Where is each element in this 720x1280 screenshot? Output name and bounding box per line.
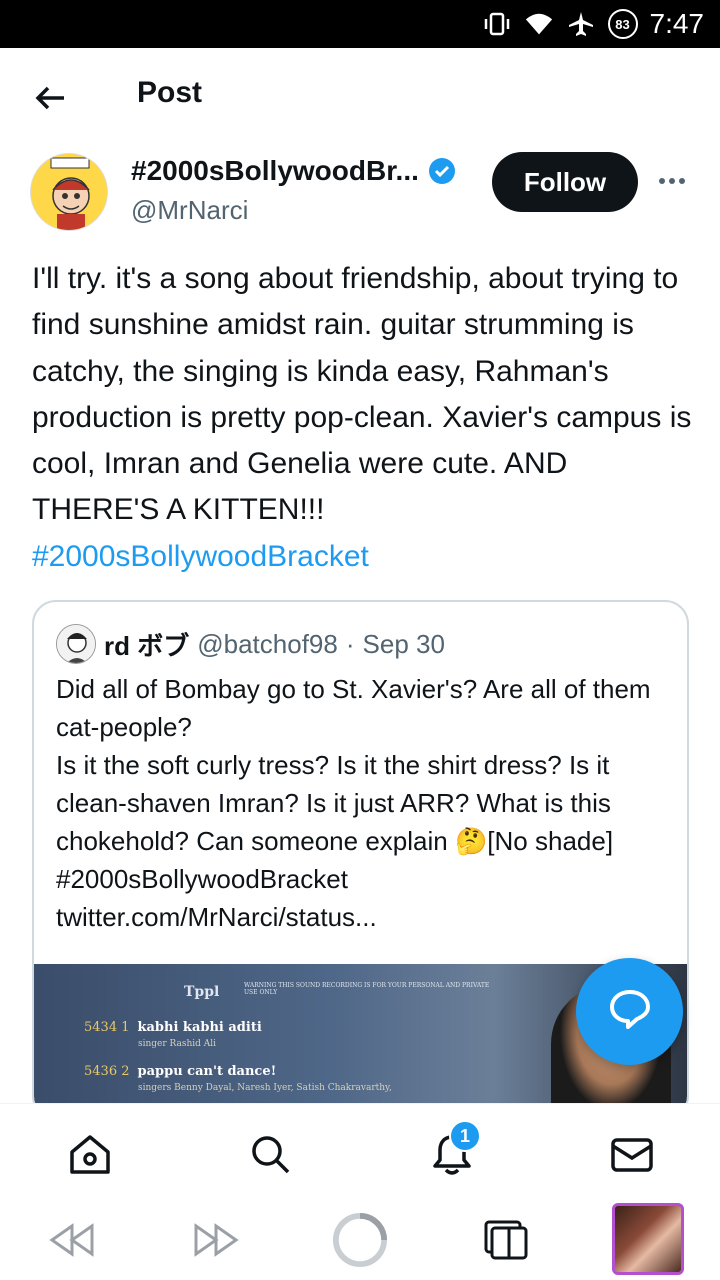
bottom-navigation xyxy=(0,1103,720,1200)
quoted-post-text: Did all of Bombay go to St. Xavier's? Ar… xyxy=(56,670,668,936)
quoted-post-date: Sep 30 xyxy=(362,628,445,659)
quoted-author-avatar xyxy=(56,624,96,664)
post-text: I'll try. it's a song about friendship, … xyxy=(32,262,692,527)
author-name-row[interactable]: #2000sBollywoodBr... xyxy=(131,155,457,187)
track-number: 5436 2 xyxy=(84,1064,130,1079)
track-singer: singers Benny Dayal, Naresh Iyer, Satish… xyxy=(138,1083,392,1093)
image-track-row: 5436 2 pappu can't dance! xyxy=(84,1064,276,1079)
quoted-text-line: Is it the soft curly tress? Is it the sh… xyxy=(56,750,614,894)
search-icon[interactable] xyxy=(248,1132,292,1176)
reload-icon[interactable] xyxy=(332,1212,388,1268)
top-app-bar: Post xyxy=(0,48,720,144)
tabs-icon[interactable] xyxy=(478,1212,534,1268)
airplane-icon xyxy=(566,9,596,39)
wifi-icon xyxy=(524,9,554,39)
back-navigation-icon[interactable] xyxy=(44,1212,100,1268)
messages-icon[interactable] xyxy=(610,1132,654,1176)
reply-bubble-icon xyxy=(607,986,653,1037)
meta-separator: · xyxy=(345,628,355,659)
image-logo: Tppl xyxy=(184,984,220,1000)
verified-badge-icon xyxy=(427,156,457,186)
post-body: I'll try. it's a song about friendship, … xyxy=(32,256,697,580)
image-track-row: 5434 1 kabhi kabhi aditi xyxy=(84,1020,262,1035)
quoted-post-header: rd ボブ @batchof98 · Sep 30 xyxy=(56,624,445,664)
quoted-author-handle: @batchof98 xyxy=(197,628,338,659)
track-singer: singer Rashid Ali xyxy=(138,1039,217,1049)
post-hashtag-link[interactable]: #2000sBollywoodBracket xyxy=(32,540,369,573)
compose-reply-button[interactable] xyxy=(576,958,683,1065)
track-title: pappu can't dance! xyxy=(137,1064,277,1079)
profile-avatar[interactable] xyxy=(612,1203,684,1275)
track-title: kabhi kabhi aditi xyxy=(137,1020,262,1035)
quoted-author-name: rd ボブ xyxy=(104,630,190,661)
notifications-badge: 1 xyxy=(449,1120,481,1152)
follow-button[interactable]: Follow xyxy=(492,152,638,212)
home-icon[interactable] xyxy=(68,1132,112,1176)
back-arrow-icon[interactable] xyxy=(30,78,70,118)
track-number: 5434 1 xyxy=(84,1020,130,1035)
author-avatar[interactable] xyxy=(30,153,108,231)
quoted-text-link[interactable]: twitter.com/MrNarci/status... xyxy=(56,898,668,936)
author-name[interactable]: #2000sBollywoodBr... xyxy=(131,155,419,187)
more-options-icon[interactable] xyxy=(652,166,692,196)
author-handle[interactable]: @MrNarci xyxy=(131,195,248,226)
status-bar: 83 7:47 xyxy=(0,0,720,48)
clock: 7:47 xyxy=(649,8,705,39)
quoted-text-line: Did all of Bombay go to St. Xavier's? Ar… xyxy=(56,674,651,742)
page-title: Post xyxy=(137,76,203,109)
battery-indicator: 83 xyxy=(607,9,638,39)
image-warning-text: WARNING THIS SOUND RECORDING IS FOR YOUR… xyxy=(244,982,490,996)
vibrate-icon xyxy=(482,9,512,39)
forward-navigation-icon[interactable] xyxy=(188,1212,244,1268)
